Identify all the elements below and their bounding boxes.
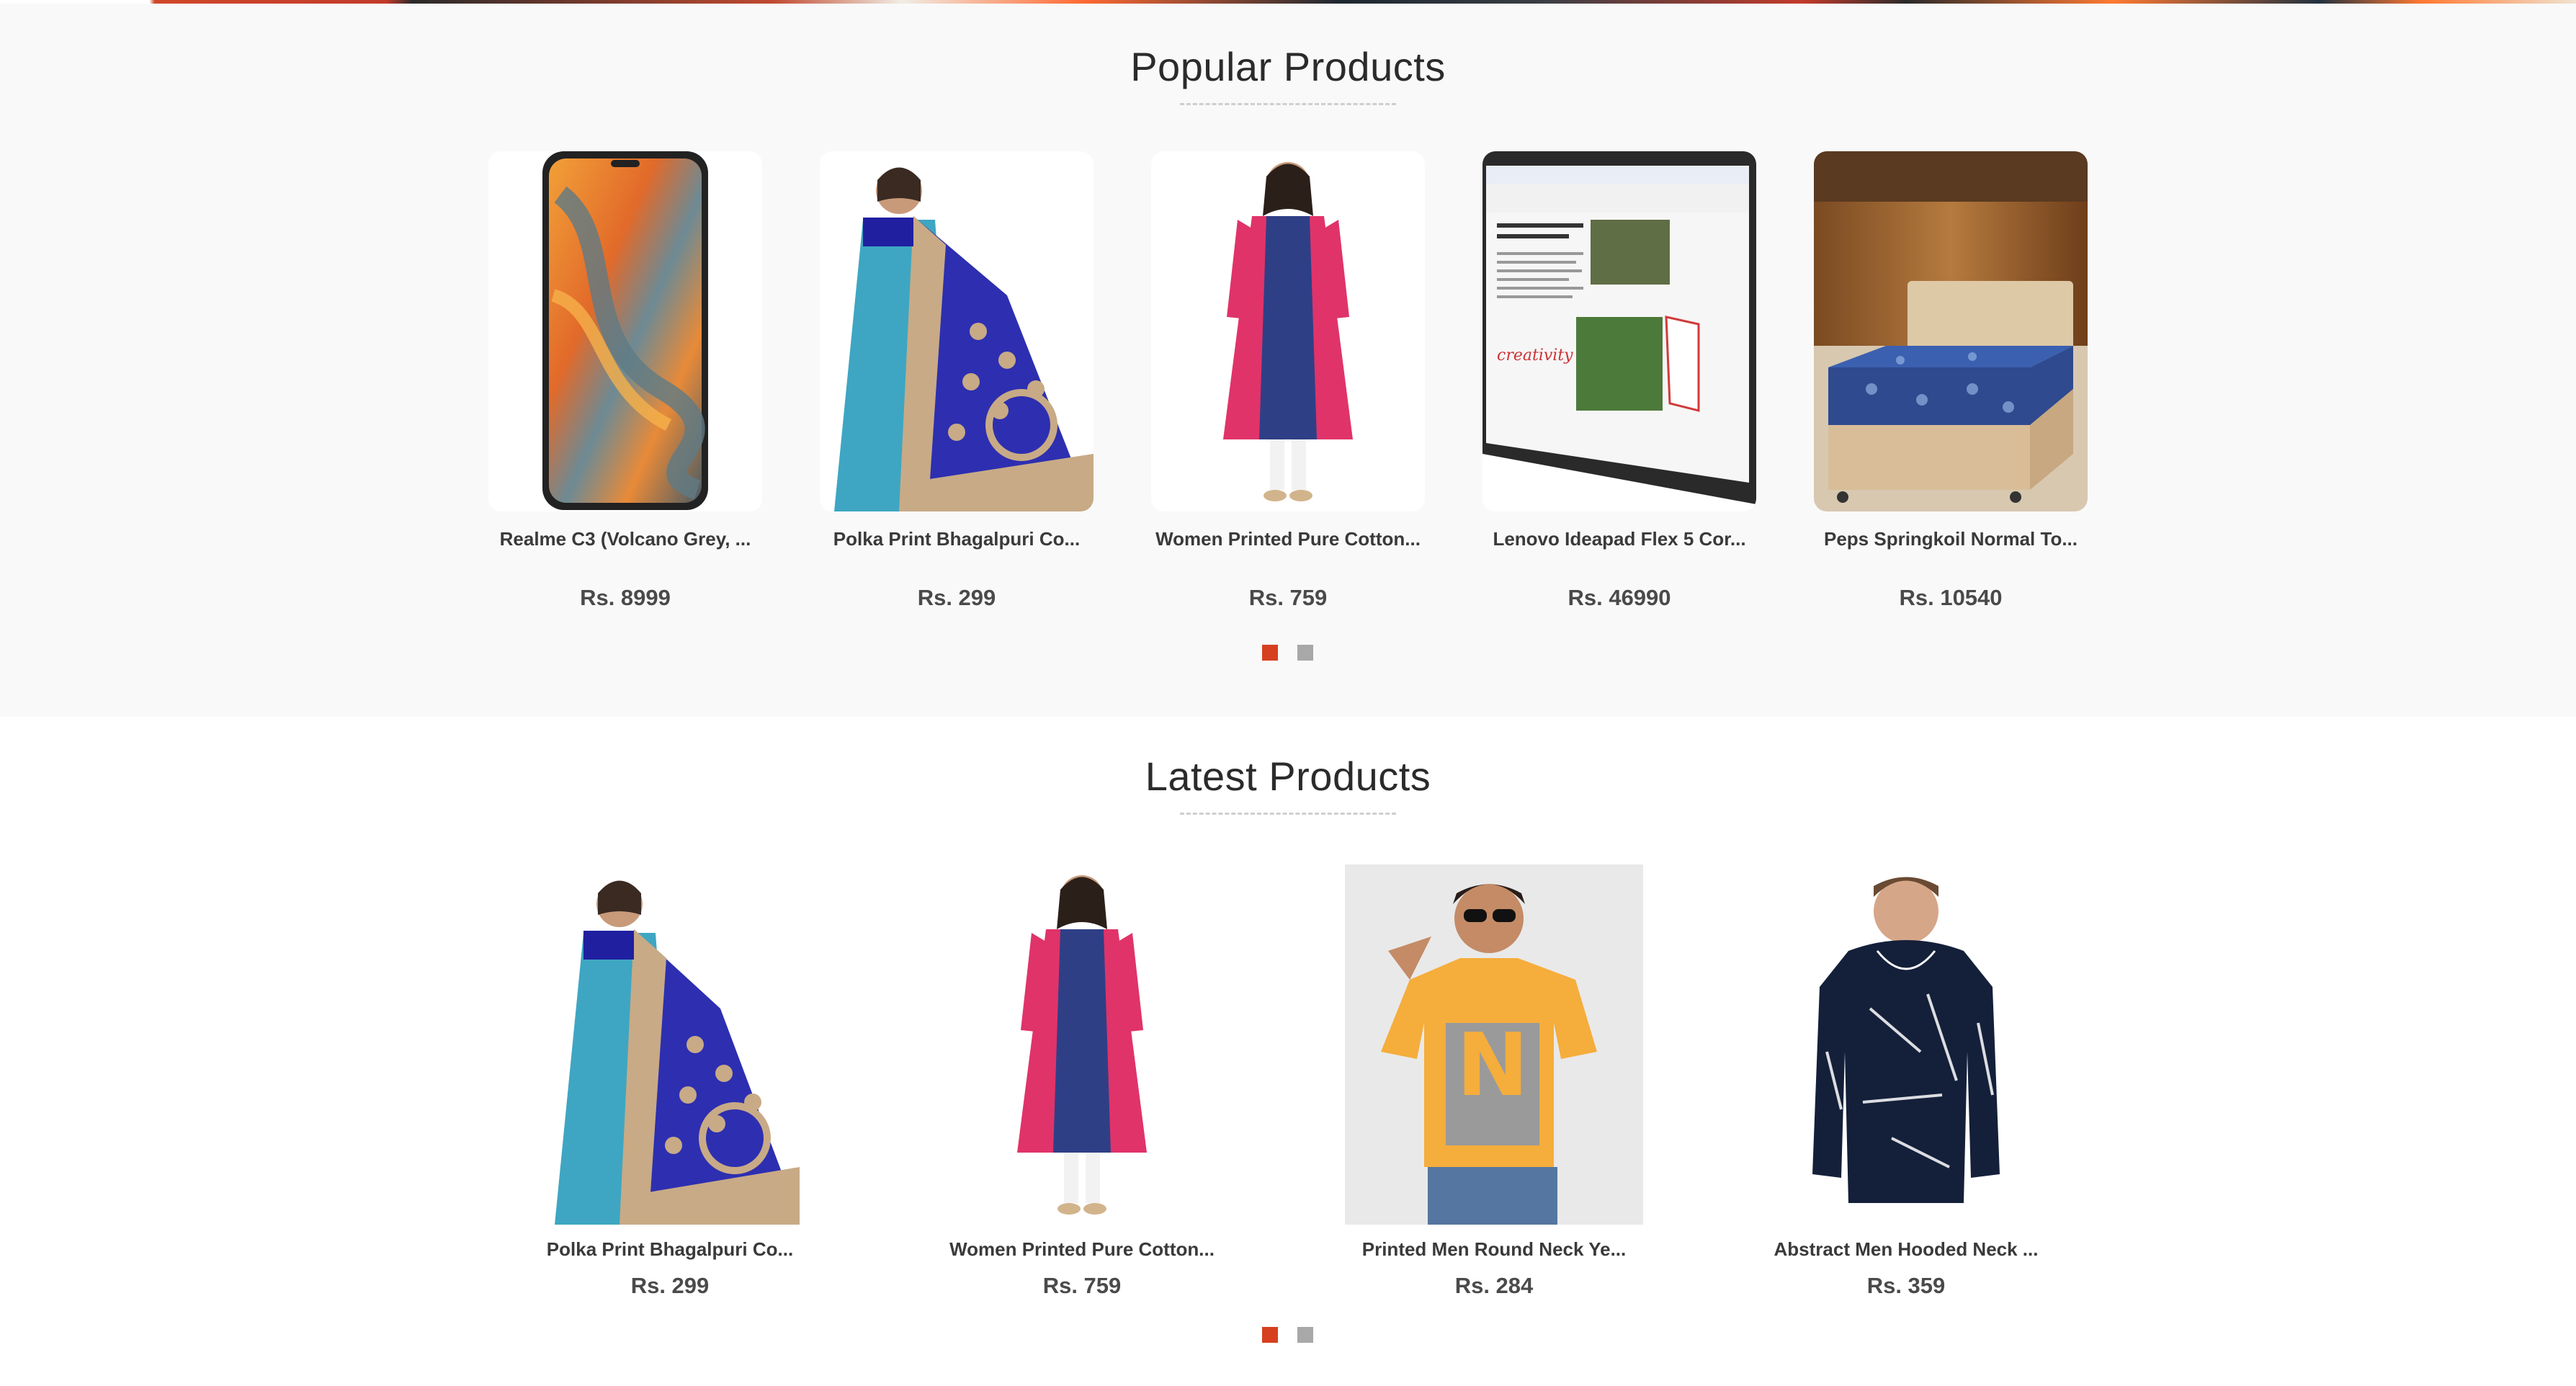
product-image[interactable]: [540, 864, 800, 1225]
product-price: Rs. 759: [1042, 1273, 1122, 1298]
product-name[interactable]: Printed Men Round Neck Ye...: [1350, 1238, 1638, 1261]
product-image[interactable]: [952, 864, 1212, 1225]
product-image[interactable]: N: [1345, 864, 1643, 1225]
product-name[interactable]: Women Printed Pure Cotton...: [938, 1238, 1226, 1261]
title-underline: [1180, 813, 1396, 815]
product-card[interactable]: Women Printed Pure Cotton... Rs. 759: [938, 864, 1226, 1311]
product-name[interactable]: Women Printed Pure Cotton...: [1151, 527, 1425, 550]
product-image[interactable]: [820, 151, 1094, 511]
product-price: Rs. 759: [1248, 585, 1328, 610]
latest-products-section: Latest Products Polka Print Bhagalpuri C…: [0, 717, 2576, 1386]
carousel-dot-2[interactable]: [1297, 645, 1313, 661]
product-price: Rs. 299: [630, 1273, 710, 1298]
product-name[interactable]: Realme C3 (Volcano Grey, ...: [488, 527, 762, 550]
product-image[interactable]: creativity: [1482, 151, 1756, 511]
product-card[interactable]: Polka Print Bhagalpuri Co... Rs. 299: [820, 151, 1094, 620]
product-price: Rs. 299: [917, 585, 996, 610]
product-name[interactable]: Abstract Men Hooded Neck ...: [1762, 1238, 2050, 1261]
popular-products-section: Popular Products Realme C3 (Volcano Grey…: [0, 4, 2576, 717]
product-price: Rs. 10540: [1899, 585, 2003, 610]
product-card[interactable]: Abstract Men Hooded Neck ... Rs. 359: [1762, 864, 2050, 1311]
product-image[interactable]: [488, 151, 762, 511]
product-card[interactable]: N Printed Men Round Neck Ye... Rs. 284: [1345, 864, 1643, 1311]
section-title: Latest Products: [1145, 754, 1431, 799]
product-image[interactable]: [1776, 864, 2036, 1225]
product-price: Rs. 8999: [580, 585, 671, 610]
svg-text:N: N: [1457, 1016, 1529, 1116]
product-image[interactable]: [1151, 151, 1425, 511]
title-underline: [1180, 103, 1396, 105]
product-name[interactable]: Polka Print Bhagalpuri Co...: [526, 1238, 814, 1261]
svg-text:creativity: creativity: [1497, 346, 1573, 365]
product-card[interactable]: creativity Lenovo Ideapad Flex 5 Cor... …: [1482, 151, 1756, 620]
product-price: Rs. 284: [1454, 1273, 1534, 1298]
carousel-dot-1[interactable]: [1262, 645, 1278, 661]
carousel-dot-2[interactable]: [1297, 1327, 1313, 1343]
carousel-dot-1[interactable]: [1262, 1327, 1278, 1343]
product-image[interactable]: [1814, 151, 2088, 511]
product-name[interactable]: Lenovo Ideapad Flex 5 Cor...: [1482, 527, 1756, 550]
product-name[interactable]: Peps Springkoil Normal To...: [1814, 527, 2088, 550]
product-name[interactable]: Polka Print Bhagalpuri Co...: [820, 527, 1094, 550]
product-price: Rs. 359: [1866, 1273, 1946, 1298]
section-title: Popular Products: [1130, 44, 1446, 89]
product-card[interactable]: Women Printed Pure Cotton... Rs. 759: [1151, 151, 1425, 620]
product-card[interactable]: Polka Print Bhagalpuri Co... Rs. 299: [526, 864, 814, 1311]
product-card[interactable]: Peps Springkoil Normal To... Rs. 10540: [1814, 151, 2088, 620]
product-card[interactable]: Realme C3 (Volcano Grey, ... Rs. 8999: [488, 151, 762, 620]
product-price: Rs. 46990: [1567, 585, 1671, 610]
